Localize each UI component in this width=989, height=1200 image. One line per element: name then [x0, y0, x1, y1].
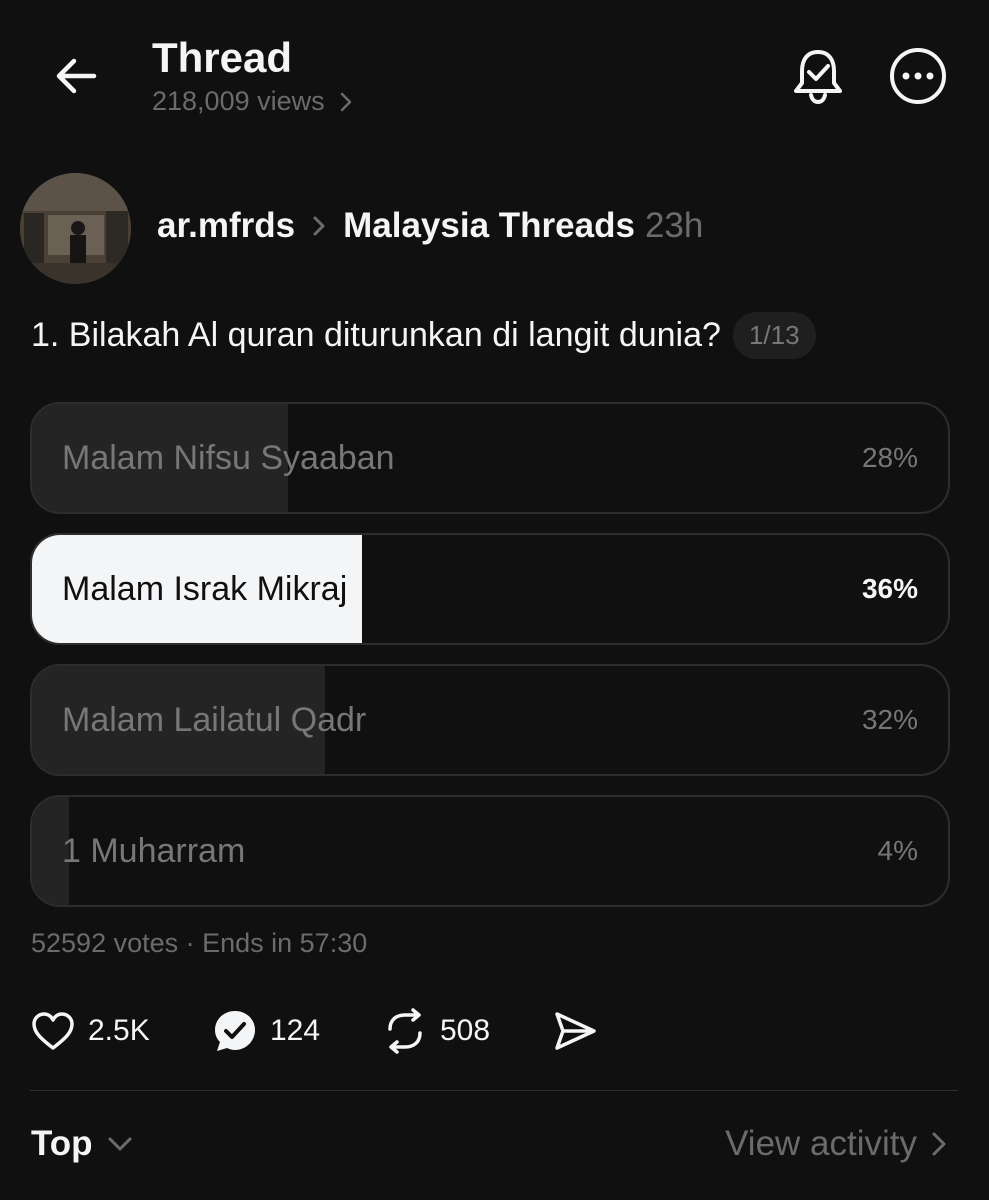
- reply-icon: [215, 1011, 255, 1051]
- reply-count: 124: [270, 1014, 321, 1047]
- chevron-down-icon: [108, 1137, 132, 1151]
- poll-option-label: Malam Lailatul Qadr: [62, 700, 367, 739]
- poll-option[interactable]: 1 Muharram 4%: [30, 795, 950, 907]
- poll-option-percent: 32%: [861, 704, 918, 735]
- more-icon: [890, 48, 946, 104]
- view-activity-link[interactable]: View activity: [725, 1124, 947, 1164]
- share-icon: [555, 1012, 596, 1050]
- bell-check-icon: [794, 50, 842, 105]
- repost-icon: [388, 1008, 422, 1054]
- page-title: Thread: [152, 34, 293, 81]
- sort-label: Top: [31, 1124, 93, 1163]
- back-arrow-icon: [56, 58, 97, 94]
- post-time: 23h: [644, 206, 704, 245]
- more-options-button[interactable]: [888, 46, 948, 106]
- poll-option-label: Malam Nifsu Syaaban: [62, 438, 395, 477]
- username[interactable]: ar.mfrds: [157, 206, 295, 246]
- poll-question: 1. Bilakah Al quran diturunkan di langit…: [31, 316, 721, 354]
- sort-dropdown[interactable]: Top: [31, 1124, 133, 1164]
- like-button[interactable]: 2.5K: [30, 1006, 150, 1056]
- repost-count: 508: [440, 1014, 491, 1047]
- poll-option-percent: 4%: [877, 835, 918, 866]
- notify-button[interactable]: [790, 46, 846, 106]
- poll-option[interactable]: Malam Nifsu Syaaban 28%: [30, 402, 950, 514]
- repost-button[interactable]: 508: [382, 1006, 490, 1056]
- back-button[interactable]: [50, 50, 102, 102]
- chevron-right-icon: [340, 92, 351, 111]
- poll-option-percent: 28%: [861, 442, 918, 473]
- post-author-row: ar.mfrds Malaysia Threads 23h: [157, 206, 703, 246]
- poll-option-label: 1 Muharram: [62, 831, 246, 870]
- chevron-right-icon: [313, 216, 325, 236]
- heart-icon: [32, 1012, 74, 1050]
- post-text-row: 1. Bilakah Al quran diturunkan di langit…: [31, 312, 816, 359]
- view-activity-label: View activity: [725, 1124, 917, 1163]
- community-name[interactable]: Malaysia Threads: [343, 206, 635, 246]
- avatar[interactable]: [20, 173, 131, 284]
- share-button[interactable]: [552, 1006, 598, 1056]
- poll-meta: 52592 votes · Ends in 57:30: [31, 928, 368, 958]
- chevron-right-icon: [932, 1132, 946, 1156]
- poll-option-label: Malam Israk Mikraj: [62, 569, 348, 608]
- poll-option[interactable]: Malam Israk Mikraj 36%: [30, 533, 950, 645]
- like-count: 2.5K: [88, 1014, 150, 1047]
- thread-counter-badge: 1/13: [732, 312, 816, 359]
- views-link[interactable]: 218,009 views: [152, 86, 353, 117]
- divider: [30, 1090, 958, 1091]
- poll-option-percent: 36%: [861, 573, 918, 604]
- views-count: 218,009 views: [152, 86, 325, 116]
- poll-option[interactable]: Malam Lailatul Qadr 32%: [30, 664, 950, 776]
- reply-button[interactable]: 124: [212, 1006, 320, 1056]
